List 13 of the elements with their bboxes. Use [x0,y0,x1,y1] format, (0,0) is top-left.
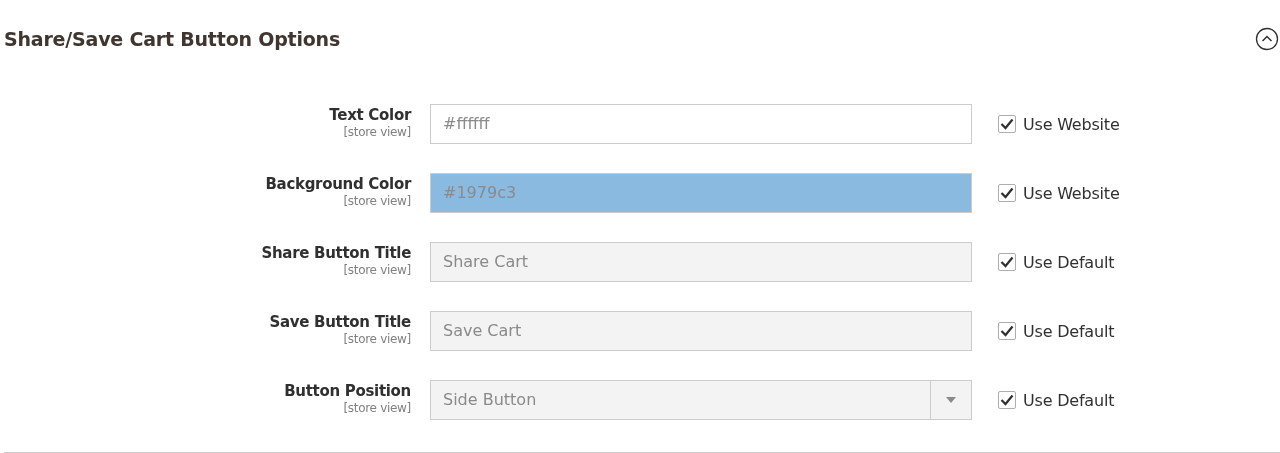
field-label: Text Color [329,105,411,125]
scope-label: [store view] [343,263,411,278]
scope-label: [store view] [343,125,411,140]
dropdown-caret-icon [946,397,956,403]
field-label: Background Color [265,174,411,194]
field-label: Share Button Title [261,243,411,263]
scope-label: [store view] [343,401,411,416]
section-title: Share/Save Cart Button Options [4,28,341,50]
scope-label: [store view] [343,332,411,347]
field-label: Button Position [284,381,411,401]
field-label: Save Button Title [269,312,411,332]
collapse-toggle-icon[interactable] [1255,27,1279,51]
scope-label: [store view] [343,194,411,209]
